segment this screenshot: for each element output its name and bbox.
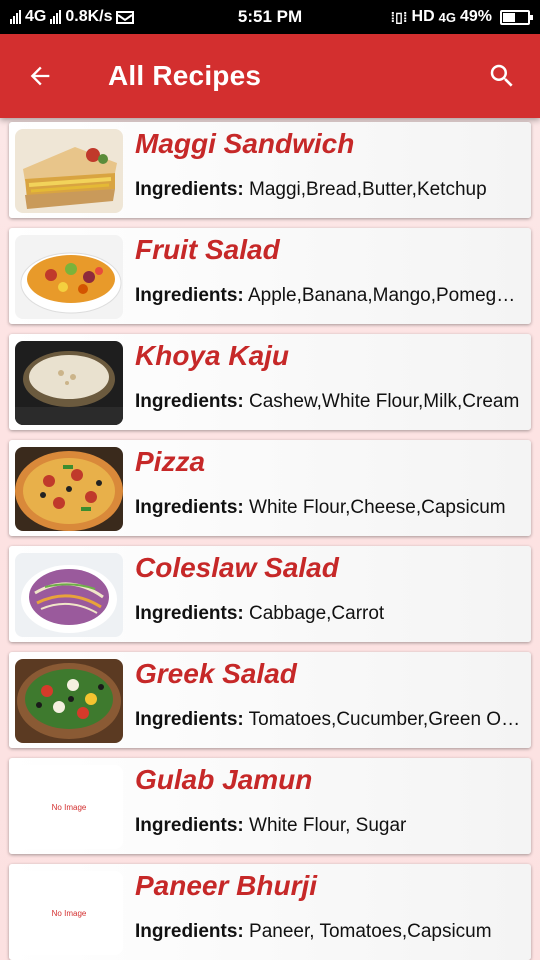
network-type-2: 4G [438,9,456,25]
ingredients-value: Cashew,White Flour,Milk,Cream [249,391,520,412]
recipe-ingredients: Ingredients: Cashew,White Flour,Milk,Cre… [135,391,521,413]
ingredients-value: White Flour,Cheese,Capsicum [249,497,506,518]
battery-percent: 49% [459,8,492,25]
khoya-kaju-image [15,341,123,425]
recipe-thumbnail-placeholder: No Image [15,765,123,849]
recipe-name: Maggi Sandwich [135,128,355,159]
network-type: 4G [25,8,47,25]
recipe-card[interactable]: No Image Gulab Jamun Ingredients: White … [9,758,531,854]
signal-icon [10,10,21,24]
no-image-text: No Image [51,908,87,918]
recipe-card[interactable]: Coleslaw Salad Ingredients: Cabbage,Carr… [9,546,531,642]
recipe-card[interactable]: Pizza Ingredients: White Flour,Cheese,Ca… [9,440,531,536]
page-title: All Recipes [108,60,262,91]
recipe-thumbnail-pizza [15,447,123,531]
recipe-card[interactable]: Maggi Sandwich Ingredients: Maggi,Bread,… [9,122,531,218]
recipe-card[interactable]: Fruit Salad Ingredients: Apple,Banana,Ma… [9,228,531,324]
ingredients-label: Ingredients: [135,709,244,730]
ingredients-label: Ingredients: [135,285,244,306]
ingredients-value: Paneer, Tomatoes,Capsicum [249,921,492,942]
recipe-name: Pizza [135,446,206,477]
vibrate-icon: ⁞▯⁞ [390,8,408,25]
arrow-back-icon [30,66,50,86]
search-icon [490,64,513,87]
ingredients-label: Ingredients: [135,497,244,518]
no-image-text: No Image [51,802,87,812]
recipe-card[interactable]: Khoya Kaju Ingredients: Cashew,White Flo… [9,334,531,430]
recipe-ingredients: Ingredients: Tomatoes,Cucumber,Green Oli… [135,709,521,731]
sandwich-image [15,129,123,213]
status-left: 4G 0.8K/s [10,8,135,26]
status-right: ⁞▯⁞ HD 4G 49% [390,8,533,26]
ingredients-value: Cabbage,Carrot [249,603,385,624]
ingredients-label: Ingredients: [135,603,244,624]
signal-icon-2 [50,10,62,24]
recipe-ingredients: Ingredients: Apple,Banana,Mango,Pomegran… [135,285,521,307]
ingredients-label: Ingredients: [135,815,244,836]
recipe-ingredients: Ingredients: Paneer, Tomatoes,Capsicum [135,921,521,943]
recipe-thumbnail-greek-salad [15,659,123,743]
recipe-ingredients: Ingredients: White Flour, Sugar [135,815,521,837]
ingredients-value: Maggi,Bread,Butter,Ketchup [249,179,487,200]
network-speed: 0.8K/s [65,8,113,25]
battery-icon [500,9,533,25]
hd-indicator: HD [411,8,435,25]
greek-salad-image [15,659,123,743]
recipe-card[interactable]: No Image Paneer Bhurji Ingredients: Pane… [9,864,531,960]
recipe-list: Maggi Sandwich Ingredients: Maggi,Bread,… [9,122,531,960]
ingredients-label: Ingredients: [135,921,244,942]
recipe-thumbnail-khoya-kaju [15,341,123,425]
mail-notification-icon [116,10,135,24]
recipe-card[interactable]: Greek Salad Ingredients: Tomatoes,Cucumb… [9,652,531,748]
ingredients-value: Tomatoes,Cucumber,Green Olives [248,709,521,730]
back-button[interactable] [0,34,80,118]
ingredients-value: Apple,Banana,Mango,Pomegranate [247,285,521,306]
recipe-ingredients: Ingredients: White Flour,Cheese,Capsicum [135,497,521,519]
recipe-thumbnail-maggi-sandwich [15,129,123,213]
ingredients-label: Ingredients: [135,179,244,200]
recipe-name: Greek Salad [135,658,297,689]
ingredients-label: Ingredients: [135,391,244,412]
recipe-name: Gulab Jamun [135,764,313,795]
ingredients-value: White Flour, Sugar [249,815,407,836]
recipe-thumbnail-fruit-salad [15,235,123,319]
fruit-salad-image [15,235,123,319]
app-bar: All Recipes [0,34,540,118]
recipe-name: Khoya Kaju [135,340,290,371]
battery-fill [503,12,515,22]
recipe-name: Paneer Bhurji [135,870,318,901]
recipe-name: Coleslaw Salad [135,552,339,583]
coleslaw-image [15,553,123,637]
recipe-ingredients: Ingredients: Cabbage,Carrot [135,603,521,625]
search-button[interactable] [478,52,526,100]
recipe-ingredients: Ingredients: Maggi,Bread,Butter,Ketchup [135,179,521,201]
recipe-thumbnail-placeholder: No Image [15,871,123,955]
recipe-name: Fruit Salad [135,234,280,265]
recipe-thumbnail-coleslaw-salad [15,553,123,637]
status-bar: 4G 0.8K/s 5:51 PM ⁞▯⁞ HD 4G 49% [0,0,540,34]
pizza-image [15,447,123,531]
